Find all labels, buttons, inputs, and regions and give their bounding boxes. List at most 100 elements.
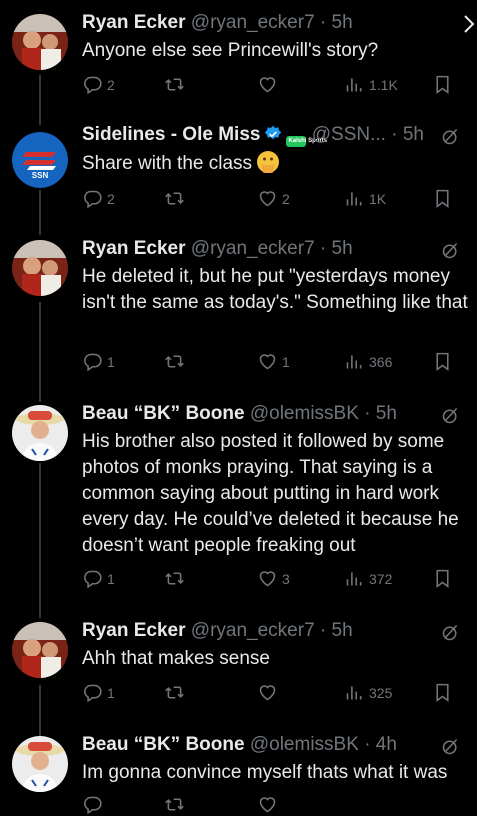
reply-button[interactable]	[82, 794, 103, 815]
handle[interactable]: @ryan_ecker7	[191, 238, 315, 259]
display-name[interactable]: Ryan Ecker	[82, 238, 186, 259]
views-button[interactable]: 1.1K	[344, 74, 398, 95]
grok-icon[interactable]	[440, 240, 461, 261]
reply-button[interactable]: 1	[82, 351, 115, 372]
like-button[interactable]	[257, 682, 278, 703]
timestamp[interactable]: 5h	[332, 620, 353, 641]
views-count: 366	[369, 353, 393, 370]
avatar[interactable]	[12, 736, 68, 792]
thread-line	[39, 75, 41, 125]
like-button[interactable]: 1	[257, 351, 290, 372]
display-name[interactable]: Beau “BK” Boone	[82, 403, 245, 424]
bookmark-button[interactable]	[432, 188, 453, 209]
like-button[interactable]	[257, 74, 278, 95]
timestamp[interactable]: 5h	[403, 124, 424, 145]
views-button[interactable]: 372	[344, 568, 392, 589]
reply-count: 1	[107, 684, 115, 701]
views-count: 1K	[369, 190, 387, 207]
reply-count: 1	[107, 570, 115, 587]
avatar[interactable]: SSN	[12, 132, 68, 188]
views-count: 372	[369, 570, 393, 587]
tweet-text: He deleted it, but he put "yesterdays mo…	[82, 266, 468, 313]
grok-icon[interactable]	[440, 126, 461, 147]
like-count: 1	[282, 353, 290, 370]
reply-icon	[82, 568, 103, 589]
close-icon[interactable]	[463, 14, 475, 34]
tweet-text: His brother also posted it followed by s…	[82, 431, 459, 556]
retweet-button[interactable]	[164, 351, 185, 372]
tweet-header: Beau “BK” Boone @olemissBK · 5h	[82, 403, 397, 425]
retweet-button[interactable]	[164, 188, 185, 209]
tweet-text: Ahh that makes sense	[82, 648, 270, 669]
reply-button[interactable]: 2	[82, 188, 115, 209]
like-icon	[257, 794, 278, 815]
display-name[interactable]: Beau “BK” Boone	[82, 734, 245, 755]
bookmark-button[interactable]	[432, 682, 453, 703]
separator: ·	[364, 403, 371, 424]
tweet-text-content: Share with the class	[82, 153, 253, 174]
grok-icon[interactable]	[440, 736, 461, 757]
reply-count: 2	[107, 190, 115, 207]
timestamp[interactable]: 5h	[332, 238, 353, 259]
avatar[interactable]	[12, 622, 68, 678]
handle[interactable]: @olemissBK	[250, 403, 359, 424]
tweet-actions: 1 3 372	[82, 568, 477, 590]
retweet-icon	[164, 568, 185, 589]
like-icon	[257, 351, 278, 372]
reply-icon	[82, 74, 103, 95]
affiliate-badge[interactable]: Kalshi Sports	[286, 136, 327, 147]
tweet-actions	[82, 794, 477, 816]
handle[interactable]: @ryan_ecker7	[191, 620, 315, 641]
like-button[interactable]: 2	[257, 188, 290, 209]
retweet-button[interactable]	[164, 682, 185, 703]
bookmark-button[interactable]	[432, 351, 453, 372]
display-name[interactable]: Ryan Ecker	[82, 12, 186, 33]
views-count: 325	[369, 684, 393, 701]
avatar[interactable]	[12, 14, 68, 70]
views-button[interactable]: 366	[344, 351, 392, 372]
separator: ·	[364, 734, 371, 755]
views-count: 1.1K	[369, 76, 398, 93]
reply-button[interactable]: 1	[82, 568, 115, 589]
handle[interactable]: @ryan_ecker7	[191, 12, 315, 33]
separator: ·	[391, 124, 398, 145]
bookmark-button[interactable]	[432, 74, 453, 95]
display-name[interactable]: Ryan Ecker	[82, 620, 186, 641]
reply-icon	[82, 794, 103, 815]
avatar[interactable]	[12, 240, 68, 296]
views-icon	[344, 74, 365, 95]
retweet-icon	[164, 74, 185, 95]
like-button[interactable]	[257, 794, 278, 815]
retweet-button[interactable]	[164, 568, 185, 589]
avatar[interactable]	[12, 405, 68, 461]
display-name[interactable]: Sidelines - Ole Miss	[82, 124, 260, 145]
handle[interactable]: @SSN...	[312, 124, 386, 145]
tweet-header: Ryan Ecker @ryan_ecker7 · 5h	[82, 238, 353, 260]
views-button[interactable]: 1K	[344, 188, 386, 209]
timestamp[interactable]: 4h	[376, 734, 397, 755]
tweet-header: Beau “BK” Boone @olemissBK · 4h	[82, 734, 397, 756]
views-button[interactable]: 325	[344, 682, 392, 703]
retweet-icon	[164, 794, 185, 815]
tweet-header: Ryan Ecker @ryan_ecker7 · 5h	[82, 12, 353, 34]
reply-button[interactable]: 2	[82, 74, 115, 95]
like-icon	[257, 568, 278, 589]
views-icon	[344, 682, 365, 703]
retweet-button[interactable]	[164, 74, 185, 95]
thread-line	[39, 685, 41, 740]
grok-icon[interactable]	[440, 622, 461, 643]
separator: ·	[319, 12, 327, 33]
retweet-button[interactable]	[164, 794, 185, 815]
grok-icon[interactable]	[440, 405, 461, 426]
reply-button[interactable]: 1	[82, 682, 115, 703]
like-count: 2	[282, 190, 290, 207]
timestamp[interactable]: 5h	[332, 12, 353, 33]
tweet-actions: 1 1 366	[82, 351, 477, 373]
handle[interactable]: @olemissBK	[250, 734, 359, 755]
like-button[interactable]: 3	[257, 568, 290, 589]
timestamp[interactable]: 5h	[376, 403, 397, 424]
tweet-text: Im gonna convince myself thats what it w…	[82, 762, 448, 783]
bookmark-button[interactable]	[432, 568, 453, 589]
views-icon	[344, 351, 365, 372]
verified-icon	[265, 125, 282, 140]
